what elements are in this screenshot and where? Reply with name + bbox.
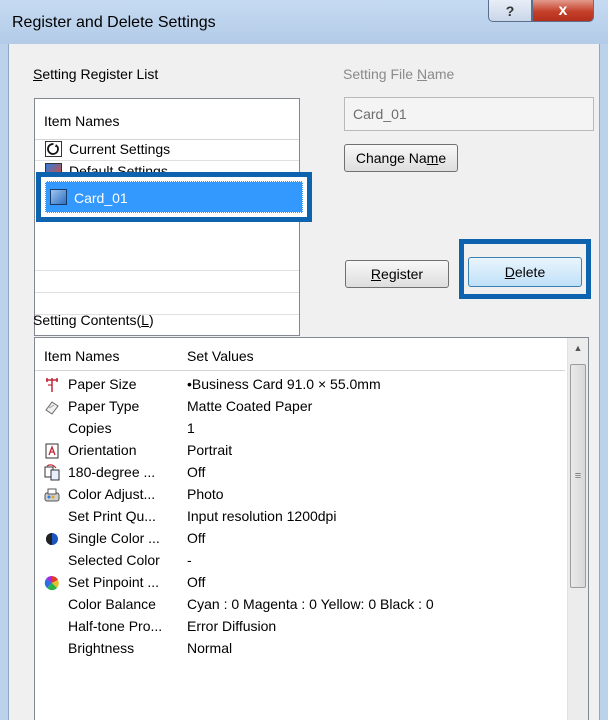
table-row: Paper Size •Business Card 91.0 × 55.0mm [35, 374, 565, 396]
close-icon: x [558, 1, 568, 19]
table-row: Color Adjust... Photo [35, 484, 565, 506]
table-row: Orientation Portrait [35, 440, 565, 462]
table-row: Set Print Qu... Input resolution 1200dpi [68, 508, 337, 524]
scroll-up-arrow-icon[interactable]: ▲ [568, 338, 588, 358]
orientation-icon [43, 442, 61, 460]
table-row: Color Balance Cyan : 0 Magenta : 0 Yello… [68, 596, 434, 612]
setting-contents-label: Setting Contents(L) [33, 312, 154, 328]
paper-type-icon [43, 398, 61, 416]
rotate-180-icon [43, 464, 61, 482]
vertical-scrollbar[interactable]: ▲ ≡ [567, 338, 588, 720]
dialog-body: Setting Register List Item Names Current… [8, 44, 600, 720]
paper-size-icon [43, 376, 61, 394]
single-color-icon [43, 530, 61, 548]
register-button[interactable]: Register [345, 260, 449, 288]
help-button[interactable]: ? [488, 0, 532, 22]
current-settings-icon [45, 141, 62, 157]
selected-item-highlight: Card_01 [36, 172, 312, 222]
list-item-selected[interactable]: Card_01 [45, 181, 303, 213]
column-header-set-values[interactable]: Set Values [187, 348, 254, 364]
pinpoint-color-icon [43, 574, 61, 592]
card-settings-icon [50, 189, 67, 205]
register-list-header: Item Names [35, 99, 299, 140]
color-adjust-icon [43, 486, 61, 504]
setting-contents-grid[interactable]: Item Names Set Values Paper Size •Busine… [34, 337, 589, 720]
table-row: Copies 1 [68, 420, 195, 436]
register-list-label: Setting Register List [33, 66, 159, 82]
scroll-thumb[interactable]: ≡ [570, 364, 586, 588]
table-row: 180-degree ... Off [35, 462, 565, 484]
delete-button[interactable]: Delete [468, 257, 582, 287]
list-item-empty[interactable] [35, 249, 299, 271]
dialog-window: Register and Delete Settings ? x Setting… [0, 0, 608, 720]
table-row: Paper Type Matte Coated Paper [35, 396, 565, 418]
table-row: Brightness Normal [68, 640, 233, 656]
change-name-button[interactable]: Change Na m e [344, 144, 458, 172]
table-row: Half-tone Pro... Error Diffusion [68, 618, 277, 634]
column-header-item-names[interactable]: Item Names [44, 348, 119, 364]
table-row: Set Pinpoint ... Off [35, 572, 565, 594]
grid-header: Item Names Set Values [35, 338, 565, 371]
table-row: Selected Color - [68, 552, 192, 568]
close-button[interactable]: x [532, 0, 594, 22]
window-title: Register and Delete Settings [12, 14, 216, 31]
file-name-field[interactable]: Card_01 [344, 97, 594, 131]
list-item-empty[interactable] [35, 271, 299, 293]
title-bar: Register and Delete Settings ? x [0, 0, 608, 44]
table-row: Single Color ... Off [35, 528, 565, 550]
list-item[interactable]: Current Settings [35, 139, 299, 161]
help-icon: ? [505, 2, 515, 19]
file-name-label: Setting File Name [343, 66, 455, 82]
